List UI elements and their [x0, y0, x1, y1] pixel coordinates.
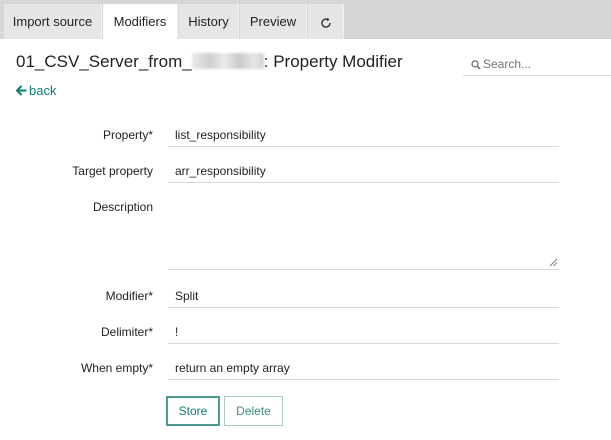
- search-icon: [471, 60, 481, 70]
- tab-refresh[interactable]: [308, 4, 344, 39]
- page-title: 01_CSV_Server_from_ : Property Modifier: [16, 52, 403, 72]
- delimiter-field[interactable]: !: [168, 318, 559, 344]
- modifier-label: Modifier*: [105, 289, 153, 303]
- title-prefix: 01_CSV_Server_from_: [16, 52, 192, 71]
- target-property-label: Target property: [72, 164, 153, 178]
- search-input[interactable]: [483, 57, 603, 71]
- resize-handle-icon[interactable]: [549, 258, 558, 267]
- property-field[interactable]: list_responsibility: [168, 121, 559, 147]
- delimiter-label: Delimiter*: [100, 325, 153, 339]
- refresh-icon: [320, 17, 331, 28]
- property-label: Property*: [102, 128, 153, 142]
- target-property-field[interactable]: arr_responsibility: [168, 157, 559, 183]
- tab-history[interactable]: History: [179, 4, 239, 39]
- back-label: back: [29, 83, 57, 98]
- search-box[interactable]: [463, 56, 611, 76]
- description-textarea[interactable]: [168, 195, 559, 270]
- when-empty-select[interactable]: return an empty array: [168, 354, 559, 380]
- back-link[interactable]: back: [15, 83, 57, 98]
- store-button[interactable]: Store: [166, 396, 220, 426]
- redacted-name: [191, 53, 264, 69]
- when-empty-label: When empty*: [80, 361, 153, 375]
- tab-import-source[interactable]: Import source: [4, 4, 102, 39]
- tab-preview[interactable]: Preview: [240, 4, 307, 39]
- tab-bar: Import source Modifiers History Preview: [0, 0, 611, 40]
- tab-modifiers[interactable]: Modifiers: [103, 4, 178, 40]
- title-suffix: : Property Modifier: [263, 52, 403, 71]
- description-label: Description: [92, 200, 153, 214]
- modifier-select[interactable]: Split: [168, 282, 559, 308]
- delete-button[interactable]: Delete: [224, 396, 283, 426]
- arrow-left-icon: [15, 85, 27, 96]
